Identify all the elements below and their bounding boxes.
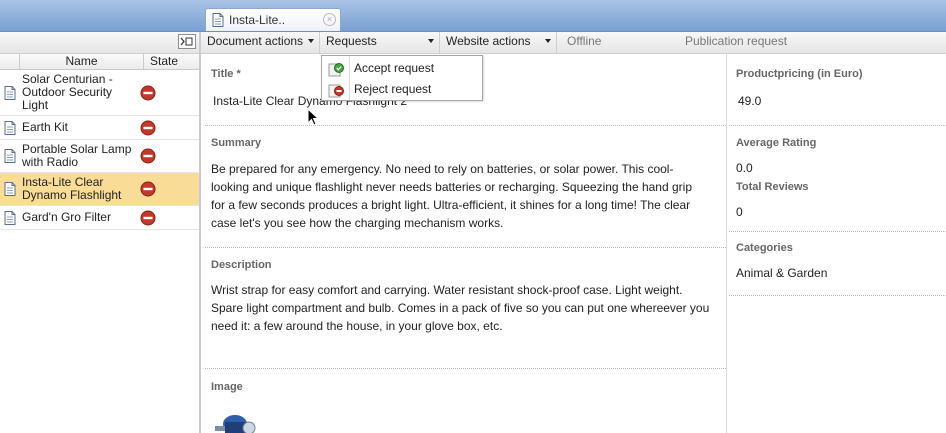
requests-dropdown[interactable]: Requests	[320, 32, 440, 53]
offline-status: Offline	[567, 34, 602, 48]
document-toolbar: Document actions Requests Website action…	[201, 32, 946, 54]
summary-line: case let's you see how the charging mech…	[211, 216, 504, 230]
list-item[interactable]: Portable Solar Lamp with Radio	[0, 140, 199, 173]
reviews-label: Total Reviews	[736, 181, 809, 193]
chevron-down-icon	[545, 39, 551, 43]
description-label: Description	[211, 259, 272, 271]
no-entry-icon	[140, 148, 156, 167]
column-divider	[726, 54, 727, 433]
accept-request-item[interactable]: Accept request	[322, 58, 482, 78]
document-list-panel: Name State Solar Centurian - Outdoor Sec…	[0, 32, 201, 433]
document-icon	[4, 210, 16, 228]
list-item-name: Insta-Lite Clear Dynamo Flashlight	[22, 175, 122, 202]
document-icon	[4, 85, 16, 103]
chevron-down-icon	[308, 39, 314, 43]
no-entry-icon	[140, 210, 156, 229]
list-item[interactable]: Gard'n Gro Filter	[0, 206, 199, 230]
website-actions-dropdown[interactable]: Website actions	[440, 32, 557, 53]
description-line: Wrist strap for easy comfort and carryin…	[211, 283, 683, 297]
no-entry-icon	[140, 120, 156, 139]
document-icon	[4, 149, 16, 166]
accept-icon	[328, 61, 344, 80]
divider	[205, 368, 726, 369]
categories-label: Categories	[736, 242, 793, 254]
no-entry-icon	[140, 181, 156, 200]
publication-request-status: Publication request	[685, 34, 788, 48]
column-header-state[interactable]: State	[150, 54, 178, 69]
reject-icon	[328, 82, 344, 101]
reviews-value[interactable]: 0	[736, 203, 743, 221]
tab-title: Insta-Lite..	[229, 13, 286, 27]
description-text[interactable]: Wrist strap for easy comfort and carryin…	[211, 281, 726, 335]
list-item-selected[interactable]: Insta-Lite Clear Dynamo Flashlight	[0, 173, 199, 206]
summary-label: Summary	[211, 137, 262, 149]
rating-label: Average Rating	[736, 137, 817, 149]
document-list: Solar Centurian - Outdoor Security Light…	[0, 70, 199, 230]
description-line: Spare light compartment and bulb. Comes …	[211, 301, 710, 315]
summary-line: Be prepared for any emergency. No need t…	[211, 162, 674, 176]
pricing-value[interactable]: 49.0	[738, 92, 761, 110]
summary-line: looking and unique flashlight never need…	[211, 180, 692, 194]
list-item[interactable]: Solar Centurian - Outdoor Security Light	[0, 70, 199, 116]
divider	[205, 125, 726, 126]
accept-request-label: Accept request	[354, 61, 435, 75]
rating-value[interactable]: 0.0	[736, 159, 753, 177]
list-item-name: Earth Kit	[22, 120, 69, 134]
document-actions-dropdown[interactable]: Document actions	[201, 32, 320, 53]
title-label: Title *	[211, 68, 241, 80]
requests-label: Requests	[326, 34, 377, 48]
divider	[205, 247, 726, 248]
divider	[729, 125, 946, 126]
list-toolbar	[0, 32, 199, 54]
list-item-name: Gard'n Gro Filter	[22, 210, 111, 224]
website-actions-label: Website actions	[446, 34, 531, 48]
list-item-name: Portable Solar Lamp with Radio	[22, 142, 132, 169]
list-header: Name State	[0, 54, 199, 70]
reject-request-item[interactable]: Reject request	[322, 79, 482, 99]
document-tab[interactable]: Insta-Lite.. ×	[205, 8, 341, 31]
column-header-name[interactable]: Name	[19, 54, 144, 69]
chevron-down-icon	[428, 39, 434, 43]
pricing-label: Productpricing (in Euro)	[736, 68, 863, 80]
document-icon	[4, 120, 16, 138]
image-label: Image	[211, 381, 243, 393]
close-icon[interactable]: ×	[323, 13, 336, 26]
flashlight-image[interactable]	[211, 408, 263, 433]
document-actions-label: Document actions	[207, 34, 304, 48]
document-tab-bar: Insta-Lite.. ×	[0, 0, 946, 32]
categories-value[interactable]: Animal & Garden	[736, 264, 827, 282]
summary-text[interactable]: Be prepared for any emergency. No need t…	[211, 160, 726, 232]
summary-line: for a few seconds produces a bright ligh…	[211, 198, 691, 212]
description-line: need it: a few around the house, in your…	[211, 319, 503, 333]
collapse-panel-icon[interactable]	[178, 34, 196, 49]
requests-menu: Accept request Reject request	[321, 55, 483, 101]
divider	[729, 231, 946, 232]
no-entry-icon	[140, 85, 156, 104]
mouse-cursor-icon	[307, 107, 320, 129]
list-item-name: Solar Centurian - Outdoor Security Light	[22, 72, 113, 112]
document-icon	[4, 182, 16, 199]
reject-request-label: Reject request	[354, 82, 432, 96]
list-item[interactable]: Earth Kit	[0, 116, 199, 140]
divider	[729, 295, 946, 296]
document-icon	[212, 13, 224, 30]
